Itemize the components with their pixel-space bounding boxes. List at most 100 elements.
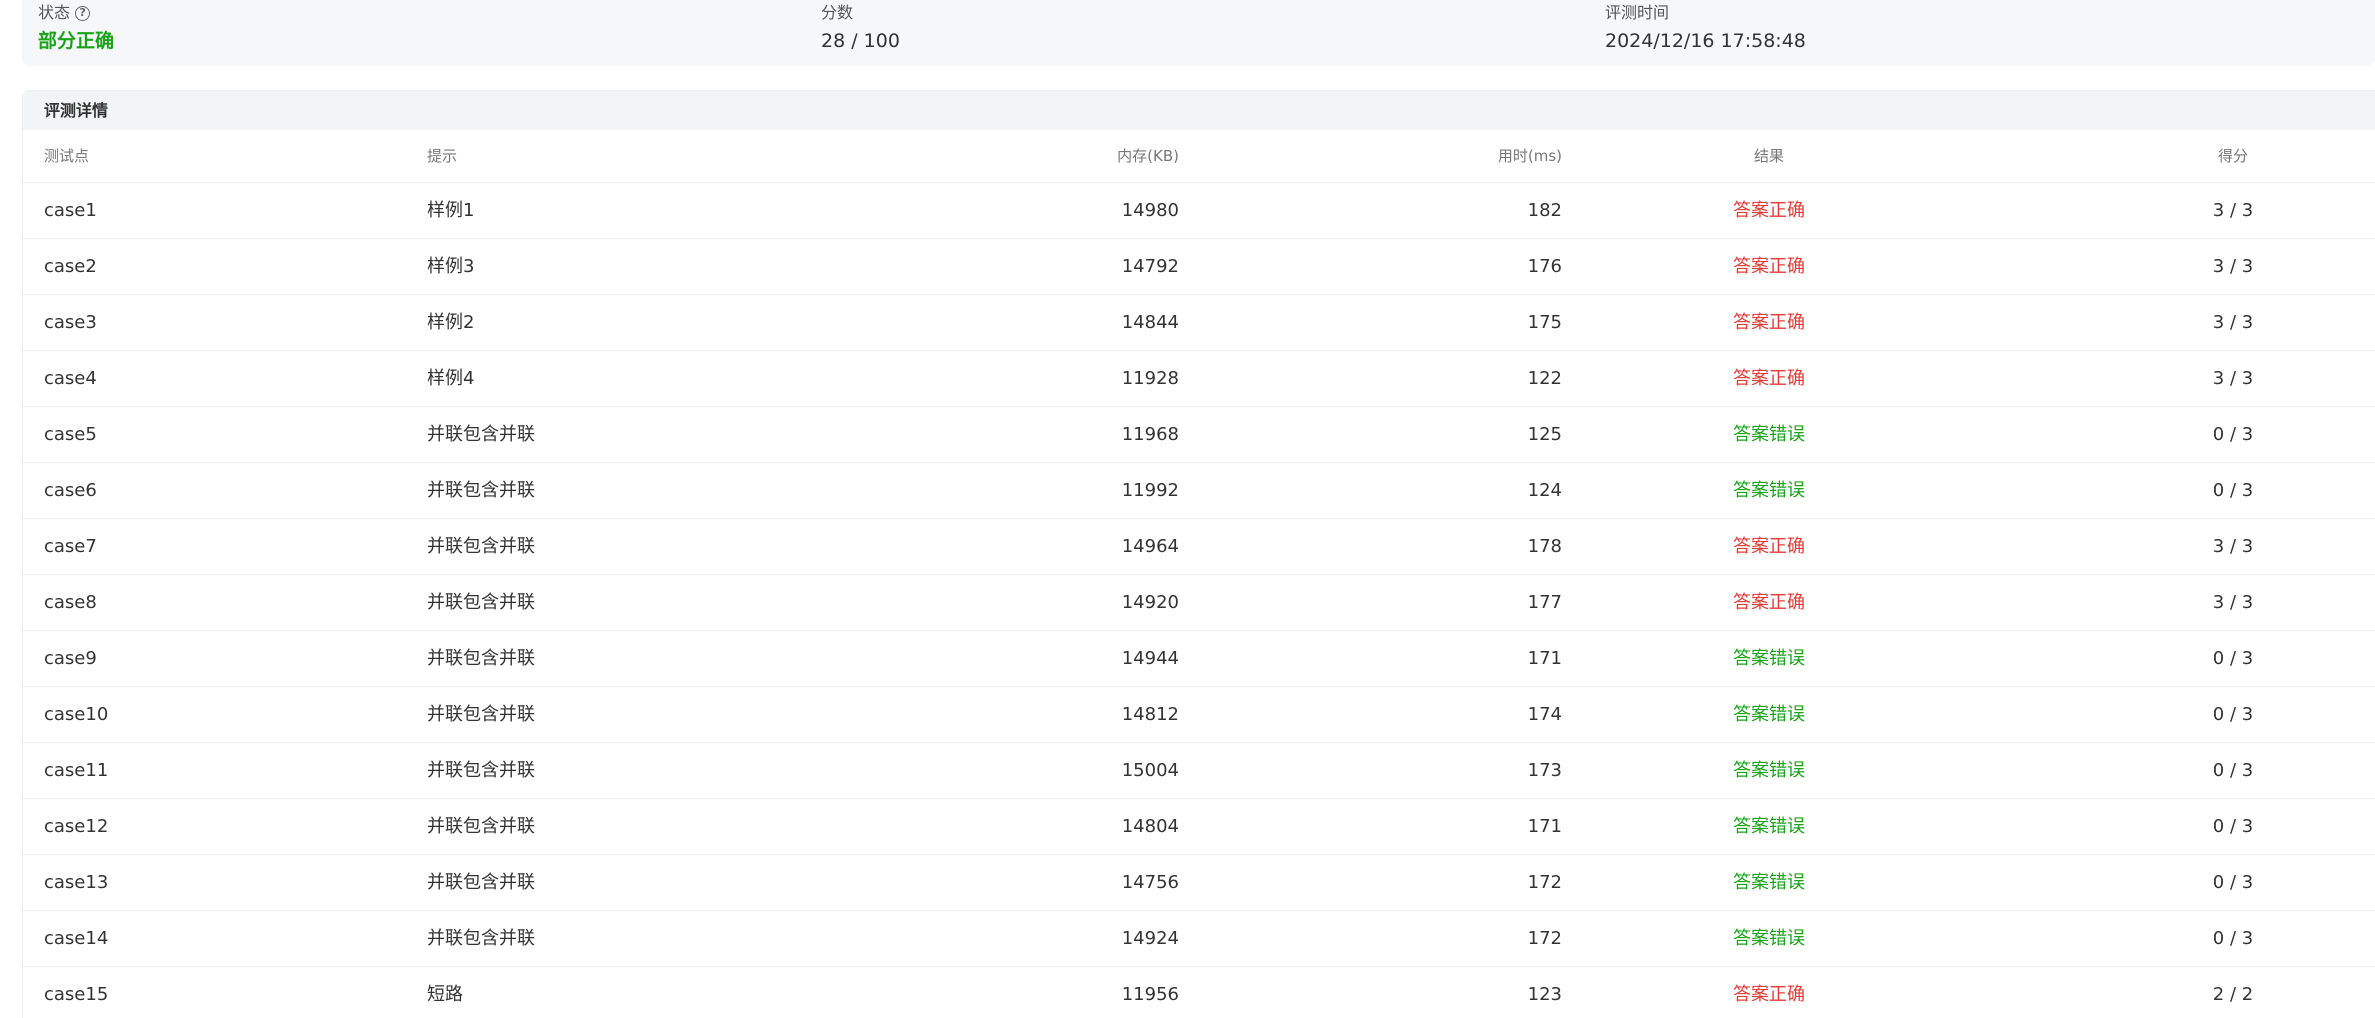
time-cell: 174 — [1527, 704, 1562, 725]
result-cell: 答案正确 — [1733, 368, 1805, 389]
table-row: case6 并联包含并联 11992 124 答案错误 0 / 3 — [23, 463, 2375, 519]
time-cell: 171 — [1527, 816, 1562, 837]
header-score: 得分 — [2217, 147, 2248, 165]
case-cell: case5 — [44, 424, 97, 445]
hint-cell: 样例4 — [427, 368, 475, 389]
memory-cell: 15004 — [1121, 760, 1179, 781]
score-cell: 3 / 3 — [2212, 592, 2254, 613]
case-cell: case14 — [44, 928, 109, 949]
score-cell: 3 / 3 — [2212, 200, 2254, 221]
time-cell: 176 — [1527, 256, 1562, 277]
table-row: case8 并联包含并联 14920 177 答案正确 3 / 3 — [23, 575, 2375, 631]
result-cell: 答案正确 — [1733, 200, 1805, 221]
score-cell: 0 / 3 — [2212, 872, 2254, 893]
result-cell: 答案正确 — [1733, 536, 1805, 557]
table-body: case1 样例1 14980 182 答案正确 3 / 3 case2 样例3 14792 17… — [23, 183, 2375, 1018]
score-cell: 0 / 3 — [2212, 480, 2254, 501]
table-row: case15 短路 11956 123 答案正确 2 / 2 — [23, 967, 2375, 1018]
status-value: 部分正确 — [38, 30, 115, 52]
time-cell: 173 — [1527, 760, 1562, 781]
help-icon[interactable]: ? — [75, 5, 91, 21]
memory-cell: 14844 — [1121, 312, 1179, 333]
score-cell: 3 / 3 — [2212, 312, 2254, 333]
table-row: case9 并联包含并联 14944 171 答案错误 0 / 3 — [23, 631, 2375, 687]
time-cell: 172 — [1527, 872, 1562, 893]
case-cell: case12 — [44, 816, 109, 837]
result-cell: 答案错误 — [1733, 872, 1805, 893]
case-cell: case15 — [44, 984, 109, 1005]
hint-cell: 并联包含并联 — [427, 648, 535, 669]
score-cell: 3 / 3 — [2212, 536, 2254, 557]
hint-cell: 并联包含并联 — [427, 928, 535, 949]
score-cell: 2 / 2 — [2212, 984, 2254, 1005]
header-result: 结果 — [1753, 147, 1784, 165]
memory-cell: 14920 — [1121, 592, 1179, 613]
case-cell: case7 — [44, 536, 97, 557]
case-cell: case8 — [44, 592, 97, 613]
score-cell: 0 / 3 — [2212, 424, 2254, 445]
case-cell: case6 — [44, 480, 97, 501]
judge-time-value: 2024/12/16 17:58:48 — [1605, 30, 1806, 52]
case-cell: case3 — [44, 312, 97, 333]
result-cell: 答案错误 — [1733, 480, 1805, 501]
table-row: case10 并联包含并联 14812 174 答案错误 0 / 3 — [23, 687, 2375, 743]
judge-details-title: 评测详情 — [23, 91, 2375, 130]
header-hint: 提示 — [427, 147, 458, 165]
score-cell: 0 / 3 — [2212, 704, 2254, 725]
result-cell: 答案错误 — [1733, 424, 1805, 445]
table-row: case14 并联包含并联 14924 172 答案错误 0 / 3 — [23, 911, 2375, 967]
hint-cell: 样例3 — [427, 256, 475, 277]
result-cell: 答案错误 — [1733, 648, 1805, 669]
time-cell: 178 — [1527, 536, 1562, 557]
memory-cell: 14812 — [1121, 704, 1179, 725]
memory-cell: 14924 — [1121, 928, 1179, 949]
submission-summary: 状态 ? 部分正确 分数 28 / 100 评测时间 2024/12/16 17… — [22, 0, 2375, 66]
hint-cell: 并联包含并联 — [427, 536, 535, 557]
case-cell: case9 — [44, 648, 97, 669]
memory-cell: 14792 — [1121, 256, 1179, 277]
hint-cell: 并联包含并联 — [427, 760, 535, 781]
table-row: case11 并联包含并联 15004 173 答案错误 0 / 3 — [23, 743, 2375, 799]
memory-cell: 14804 — [1121, 816, 1179, 837]
memory-cell: 14756 — [1121, 872, 1179, 893]
case-cell: case1 — [44, 200, 97, 221]
judge-time-label: 评测时间 — [1605, 3, 1670, 22]
time-cell: 122 — [1527, 368, 1562, 389]
case-cell: case13 — [44, 872, 109, 893]
time-cell: 125 — [1527, 424, 1562, 445]
header-time: 用时(ms) — [1497, 147, 1562, 165]
table-row: case4 样例4 11928 122 答案正确 3 / 3 — [23, 351, 2375, 407]
memory-cell: 14964 — [1121, 536, 1179, 557]
table-row: case13 并联包含并联 14756 172 答案错误 0 / 3 — [23, 855, 2375, 911]
hint-cell: 并联包含并联 — [427, 592, 535, 613]
score-cell: 0 / 3 — [2212, 928, 2254, 949]
score-value: 28 / 100 — [821, 30, 900, 52]
score-cell: 3 / 3 — [2212, 368, 2254, 389]
time-cell: 123 — [1527, 984, 1562, 1005]
time-cell: 182 — [1527, 200, 1562, 221]
score-cell: 0 / 3 — [2212, 648, 2254, 669]
result-cell: 答案正确 — [1733, 984, 1805, 1005]
table-row: case12 并联包含并联 14804 171 答案错误 0 / 3 — [23, 799, 2375, 855]
result-cell: 答案错误 — [1733, 704, 1805, 725]
time-cell: 171 — [1527, 648, 1562, 669]
table-row: case1 样例1 14980 182 答案正确 3 / 3 — [23, 183, 2375, 239]
table-row: case7 并联包含并联 14964 178 答案正确 3 / 3 — [23, 519, 2375, 575]
memory-cell: 11956 — [1121, 984, 1179, 1005]
time-cell: 175 — [1527, 312, 1562, 333]
memory-cell: 11928 — [1121, 368, 1179, 389]
table-row: case2 样例3 14792 176 答案正确 3 / 3 — [23, 239, 2375, 295]
result-cell: 答案正确 — [1733, 256, 1805, 277]
header-memory: 内存(KB) — [1117, 147, 1179, 165]
hint-cell: 样例1 — [427, 200, 475, 221]
hint-cell: 并联包含并联 — [427, 480, 535, 501]
result-cell: 答案正确 — [1733, 592, 1805, 613]
result-cell: 答案错误 — [1733, 816, 1805, 837]
case-cell: case2 — [44, 256, 97, 277]
case-cell: case4 — [44, 368, 97, 389]
case-cell: case10 — [44, 704, 109, 725]
case-cell: case11 — [44, 760, 109, 781]
table-row: case3 样例2 14844 175 答案正确 3 / 3 — [23, 295, 2375, 351]
memory-cell: 14944 — [1121, 648, 1179, 669]
result-cell: 答案正确 — [1733, 312, 1805, 333]
